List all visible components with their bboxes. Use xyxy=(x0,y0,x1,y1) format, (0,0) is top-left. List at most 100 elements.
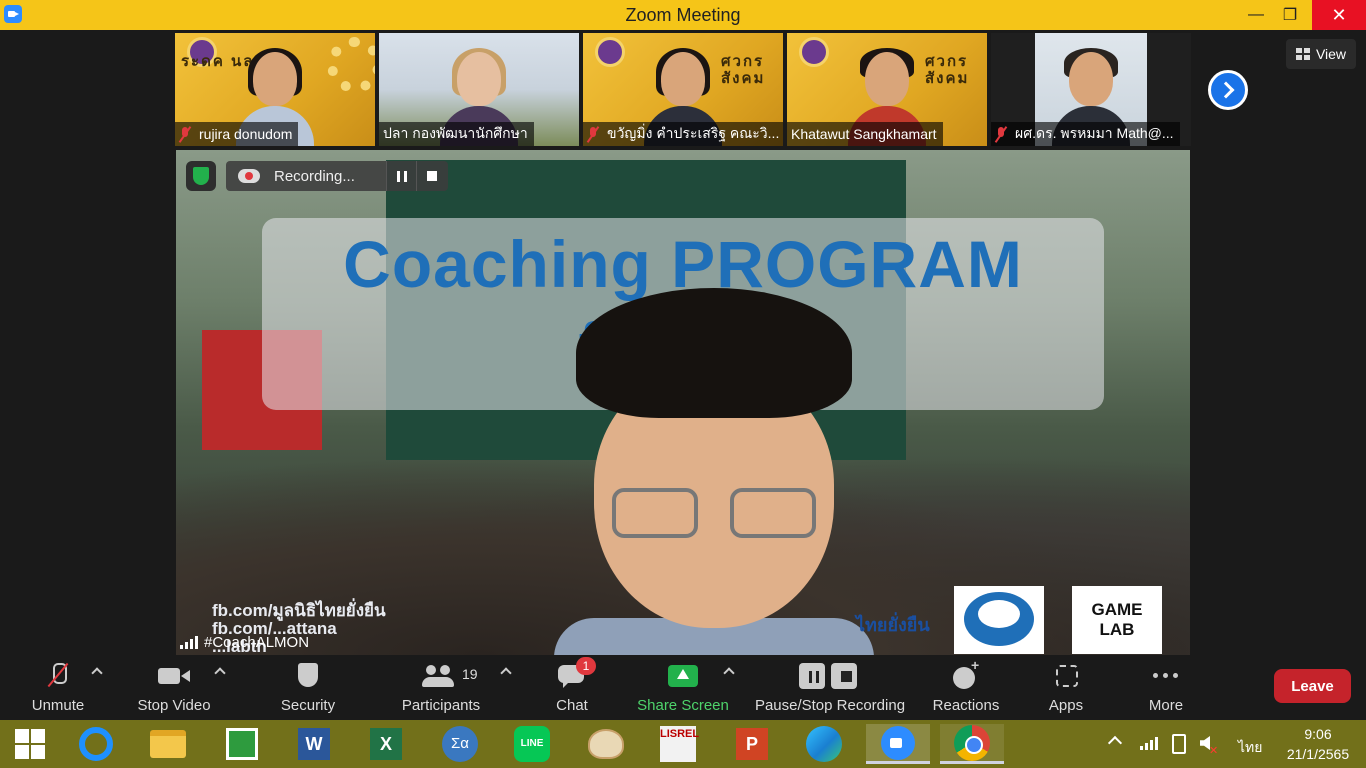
chat-unread-badge: 1 xyxy=(576,657,596,675)
encryption-shield-icon[interactable] xyxy=(186,161,216,191)
taskbar-file-explorer[interactable] xyxy=(148,724,188,764)
pause-icon xyxy=(809,671,819,683)
participant-thumbnail[interactable]: ศวกร สังคม Khatawut Sangkhamart xyxy=(787,33,987,146)
more-button[interactable]: More xyxy=(1144,657,1188,720)
participants-label: Participants xyxy=(401,697,481,714)
start-button[interactable] xyxy=(10,724,50,764)
taskbar-math-app[interactable]: Σα xyxy=(440,724,480,764)
participants-icon xyxy=(422,663,456,689)
audio-options-chevron-icon[interactable] xyxy=(91,667,103,679)
more-label: More xyxy=(1148,697,1184,714)
taskbar-internet-explorer[interactable] xyxy=(76,724,116,764)
paint-palette-icon xyxy=(588,729,624,759)
more-dots-icon xyxy=(1151,663,1181,689)
excel-icon: X xyxy=(370,728,402,760)
unmute-label: Unmute xyxy=(31,697,85,714)
participant-name-bar: ขวัญมิ่ง คำประเสริฐ คณะวิ... xyxy=(583,122,783,146)
bubble-logo-icon xyxy=(954,586,1044,654)
grid-view-icon xyxy=(1295,48,1310,60)
windows-taskbar: W X Σα LINE LISREL P ✕ ไทย 9:06 21/1/256… xyxy=(0,720,1366,768)
speaker-person xyxy=(554,288,874,655)
network-signal-icon[interactable] xyxy=(1140,736,1158,750)
battery-icon[interactable] xyxy=(1172,734,1186,754)
line-app-icon: LINE xyxy=(514,726,550,762)
title-bar: Zoom Meeting — ❐ ✕ xyxy=(0,0,1366,30)
security-shield-icon xyxy=(297,663,319,689)
participant-name-bar: rujira donudom xyxy=(175,122,299,146)
stop-recording-button[interactable] xyxy=(416,161,446,191)
participant-name-bar: ปลา กองพัฒนานักศึกษา xyxy=(379,122,534,146)
taskbar-edge[interactable] xyxy=(804,724,844,764)
chat-label: Chat xyxy=(556,697,588,714)
microphone-muted-icon xyxy=(47,663,69,689)
security-label: Security xyxy=(280,697,336,714)
stop-video-button[interactable]: Stop Video xyxy=(132,657,216,720)
participant-thumbnail[interactable]: ศวกร สังคม ขวัญมิ่ง คำประเสริฐ คณะวิ... xyxy=(583,33,783,146)
next-page-chevron-icon[interactable] xyxy=(1208,70,1248,110)
participant-name: Khatawut Sangkhamart xyxy=(791,126,937,142)
taskbar-chrome[interactable] xyxy=(940,724,1004,764)
pause-recording-button[interactable] xyxy=(386,161,416,191)
active-speaker-video[interactable]: Coaching PROGRAM for ner fb.com/มูลนิธิไ… xyxy=(176,150,1190,655)
pause-stop-recording-label: Pause/Stop Recording xyxy=(754,697,906,714)
participant-name-bar: ผศ.ดร. พรหมมา Math@... xyxy=(991,122,1180,146)
taskbar-excel[interactable]: X xyxy=(366,724,406,764)
thai-yangyuen-logo: ไทยยั่งยืน xyxy=(856,615,930,635)
smiley-plus-icon xyxy=(953,657,979,689)
unmute-button[interactable]: Unmute xyxy=(26,657,90,720)
meeting-area: ระดค นลยจั rujira donudom ปลา กองพัฒนานั… xyxy=(0,30,1366,657)
view-label: View xyxy=(1315,46,1347,62)
taskbar-lisrel[interactable]: LISREL xyxy=(658,724,699,764)
share-screen-button[interactable]: Share Screen xyxy=(634,657,732,720)
close-button[interactable]: ✕ xyxy=(1312,0,1366,30)
zoom-app-window: Zoom Meeting — ❐ ✕ ระดค นลยจั rujira don… xyxy=(0,0,1366,768)
poster-text: ศวกร สังคม xyxy=(721,53,766,87)
share-screen-arrow-icon xyxy=(668,663,698,689)
video-camera-icon xyxy=(158,663,190,689)
mic-muted-icon xyxy=(587,126,599,142)
internet-explorer-icon xyxy=(79,727,113,761)
apps-button[interactable]: Apps xyxy=(1044,657,1088,720)
participants-count: 19 xyxy=(462,666,478,682)
participant-name: ปลา กองพัฒนานักศึกษา xyxy=(383,125,528,141)
taskbar-line[interactable]: LINE xyxy=(512,724,552,764)
view-button[interactable]: View xyxy=(1286,39,1356,69)
clock-date[interactable]: 21/1/2565 xyxy=(1278,746,1358,762)
store-bag-icon xyxy=(226,728,258,760)
pause-stop-recording-button[interactable]: Pause/Stop Recording xyxy=(752,657,908,720)
video-options-chevron-icon[interactable] xyxy=(214,667,226,679)
taskbar-powerpoint[interactable]: P xyxy=(732,724,772,764)
reactions-button[interactable]: Reactions xyxy=(930,657,1002,720)
volume-muted-icon: ✕ xyxy=(1209,745,1219,757)
participant-name: ขวัญมิ่ง คำประเสริฐ คณะวิ... xyxy=(607,125,780,141)
game-lab-logo: GAME LAB xyxy=(1072,586,1162,654)
participant-name: ผศ.ดร. พรหมมา Math@... xyxy=(1015,125,1174,141)
participant-thumbnail[interactable]: ระดค นลยจั rujira donudom xyxy=(175,33,375,146)
taskbar-zoom[interactable] xyxy=(866,724,930,764)
taskbar-paint[interactable] xyxy=(586,724,626,764)
participants-options-chevron-icon[interactable] xyxy=(500,667,512,679)
university-seal xyxy=(799,37,829,67)
sigma-math-icon: Σα xyxy=(442,726,478,762)
mic-muted-icon xyxy=(179,126,191,142)
share-screen-label: Share Screen xyxy=(637,697,729,714)
poster-text: ศวกร สังคม xyxy=(925,53,970,87)
apps-icon xyxy=(1054,663,1078,689)
taskbar-word[interactable]: W xyxy=(294,724,334,764)
speaker-name: #CoachALMON xyxy=(204,634,310,651)
word-icon: W xyxy=(298,728,330,760)
taskbar-store[interactable] xyxy=(222,724,262,764)
show-hidden-icons-chevron-icon[interactable] xyxy=(1107,735,1123,751)
stop-video-label: Stop Video xyxy=(137,697,211,714)
input-language-indicator[interactable]: ไทย xyxy=(1238,737,1262,759)
participant-thumbnail[interactable]: ปลา กองพัฒนานักศึกษา xyxy=(379,33,579,146)
mic-muted-icon xyxy=(995,126,1007,142)
clock-time[interactable]: 9:06 xyxy=(1278,726,1358,742)
cloud-recording-icon xyxy=(238,169,260,183)
maximize-button[interactable]: ❐ xyxy=(1268,0,1312,30)
security-button[interactable]: Security xyxy=(276,657,340,720)
meeting-toolbar: Unmute Stop Video Security Participants … xyxy=(0,657,1366,720)
edge-browser-icon xyxy=(806,726,842,762)
leave-button[interactable]: Leave xyxy=(1274,669,1351,703)
participant-thumbnail[interactable]: ผศ.ดร. พรหมมา Math@... xyxy=(991,33,1191,146)
